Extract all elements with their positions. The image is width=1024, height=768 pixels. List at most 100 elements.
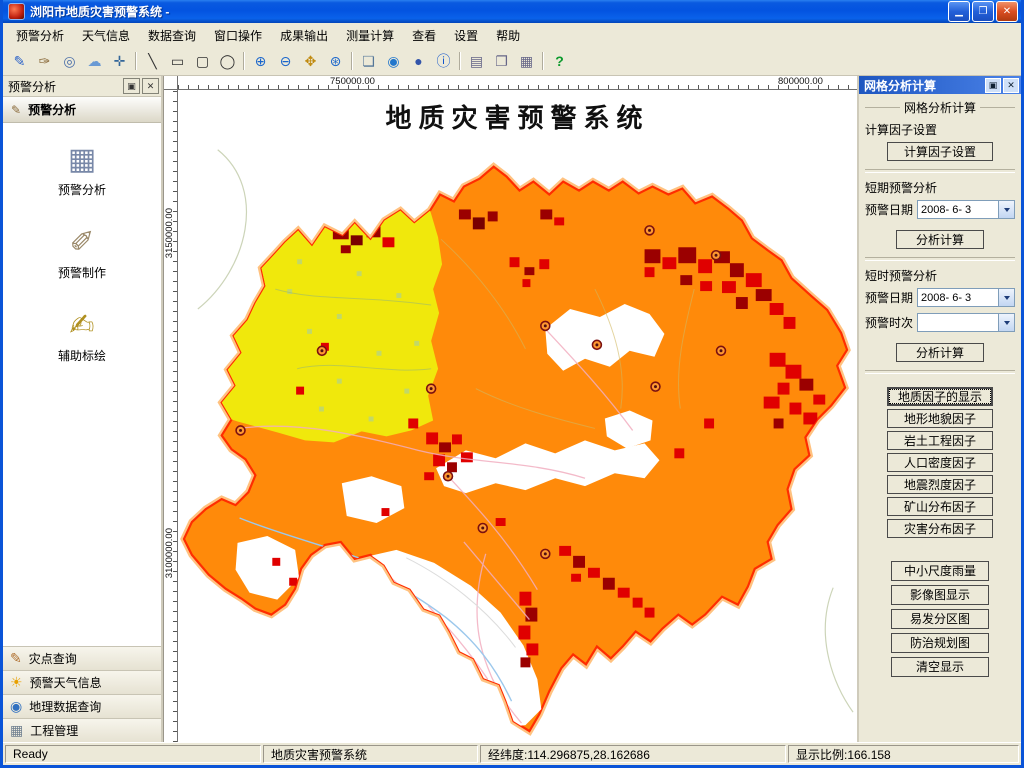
print-icon[interactable]: ▦: [515, 50, 538, 72]
copy-layers-icon[interactable]: ❏: [357, 50, 380, 72]
seismic-intensity-factor-button[interactable]: 地震烈度因子: [887, 475, 993, 494]
sun-icon: ☀: [10, 674, 23, 690]
panel-close-icon[interactable]: ✕: [142, 78, 159, 94]
report-icon[interactable]: ▤: [465, 50, 488, 72]
factor-buttons: 地质因子的显示 地形地貌因子 岩土工程因子 人口密度因子 地震烈度因子 矿山分布…: [865, 384, 1015, 541]
menu-warning-analysis[interactable]: 预警分析: [7, 24, 73, 47]
short-term-date-combobox[interactable]: 2008- 6- 3: [917, 200, 1015, 219]
ruler-label: 750000.00: [330, 76, 375, 87]
warning-analysis-icon: ▦: [67, 143, 97, 176]
chevron-down-icon[interactable]: [998, 201, 1014, 218]
accordion-label: 灾点查询: [28, 652, 77, 666]
accordion-project-management[interactable]: ▦ 工程管理: [3, 718, 161, 742]
panel-close-icon[interactable]: ✕: [1003, 77, 1019, 93]
pen-icon: ✎: [10, 650, 22, 666]
map-svg[interactable]: [178, 90, 857, 742]
nowcast-time-combobox[interactable]: [917, 313, 1015, 332]
menu-view[interactable]: 查看: [403, 24, 445, 47]
geology-factor-display-button[interactable]: 地质因子的显示: [887, 387, 993, 406]
separator: [865, 370, 1015, 374]
globe-icon[interactable]: ◉: [382, 50, 405, 72]
pan-icon[interactable]: ✥: [299, 50, 322, 72]
menu-window-ops[interactable]: 窗口操作: [205, 24, 271, 47]
warning-production-icon: ✐: [69, 226, 95, 259]
disaster-distribution-factor-button[interactable]: 灾害分布因子: [887, 519, 993, 538]
date-label: 预警日期: [865, 203, 914, 217]
terrain-factor-button[interactable]: 地形地貌因子: [887, 409, 993, 428]
ruler-label: 800000.00: [778, 76, 823, 87]
rect-tool-icon[interactable]: ▭: [166, 50, 189, 72]
separator: [865, 257, 1015, 261]
prevention-plan-button[interactable]: 防治规划图: [891, 633, 989, 653]
window-title: 浏阳市地质灾害预警系统 -: [30, 5, 170, 19]
left-tools: ▦ 预警分析 ✐ 预警制作 ✍ 辅助标绘: [3, 123, 161, 646]
print-preview-icon[interactable]: ❐: [490, 50, 513, 72]
plot-tool-icon[interactable]: ✑: [33, 50, 56, 72]
info-icon[interactable]: ⓘ: [432, 50, 455, 72]
accordion-label: 工程管理: [30, 724, 79, 738]
maximize-button[interactable]: ❐: [972, 1, 994, 22]
ruler-left: 3150000.00 3100000.00: [164, 90, 178, 742]
map-title: 地质灾害预警系统: [385, 104, 650, 133]
geotech-factor-button[interactable]: 岩土工程因子: [887, 431, 993, 450]
population-density-factor-button[interactable]: 人口密度因子: [887, 453, 993, 472]
panel-pin-icon[interactable]: ▣: [985, 77, 1001, 93]
calc-factor-settings-button[interactable]: 计算因子设置: [887, 142, 993, 161]
menu-help[interactable]: 帮助: [487, 24, 529, 47]
cloud-icon[interactable]: ☁: [83, 50, 106, 72]
nowcast-analyze-button[interactable]: 分析计算: [896, 343, 984, 362]
tool-warning-production[interactable]: ✐ 预警制作: [58, 226, 106, 281]
left-panel-title: 预警分析: [8, 79, 57, 94]
accordion-geo-data-query[interactable]: ◉ 地理数据查询: [3, 694, 161, 718]
tool-assist-plotting[interactable]: ✍ 辅助标绘: [58, 309, 106, 364]
sphere-icon[interactable]: ●: [407, 50, 430, 72]
close-button[interactable]: ✕: [996, 1, 1018, 22]
roundrect-tool-icon[interactable]: ▢: [191, 50, 214, 72]
app-window: 浏阳市地质灾害预警系统 - ▁ ❐ ✕ 预警分析 天气信息 数据查询 窗口操作 …: [0, 0, 1024, 768]
accordion-disaster-point-query[interactable]: ✎ 灾点查询: [3, 646, 161, 670]
edit-icon[interactable]: ✎: [8, 50, 31, 72]
short-term-label: 短期预警分析: [865, 181, 938, 195]
meso-rainfall-button[interactable]: 中小尺度雨量: [891, 561, 989, 581]
right-panel-grid-analysis: 网格分析计算 ▣ ✕ 网格分析计算 计算因子设置 计算因子设置 短期预警分析 预…: [857, 76, 1021, 742]
chevron-down-icon[interactable]: [998, 314, 1014, 331]
nowcast-date-combobox[interactable]: 2008- 6- 3: [917, 288, 1015, 307]
short-term-analyze-button[interactable]: 分析计算: [896, 230, 984, 249]
chevron-down-icon[interactable]: [998, 289, 1014, 306]
zoom-out-icon[interactable]: ⊖: [274, 50, 297, 72]
globe-small-icon: ◉: [10, 698, 23, 714]
date-label: 预警日期: [865, 291, 914, 305]
crosshair-icon[interactable]: ✛: [108, 50, 131, 72]
menu-weather-info[interactable]: 天气信息: [73, 24, 139, 47]
calc-factor-label: 计算因子设置: [865, 123, 938, 137]
ruler-top: 750000.00 800000.00: [178, 76, 857, 90]
menu-data-query[interactable]: 数据查询: [139, 24, 205, 47]
minimize-button[interactable]: ▁: [948, 1, 970, 22]
imagery-display-button[interactable]: 影像图显示: [891, 585, 989, 605]
grid-analysis-section-title: 网格分析计算: [904, 101, 977, 115]
clear-display-button[interactable]: 清空显示: [891, 657, 989, 677]
map-canvas[interactable]: 地质灾害预警系统: [178, 90, 857, 742]
zoom-in-icon[interactable]: ⊕: [249, 50, 272, 72]
panel-pin-icon[interactable]: ▣: [123, 78, 140, 94]
identify-icon[interactable]: ◎: [58, 50, 81, 72]
ruler-corner: [164, 76, 178, 90]
accordion-warning-weather-info[interactable]: ☀ 预警天气信息: [3, 670, 161, 694]
toolbar: ✎ ✑ ◎ ☁ ✛ ╲ ▭ ▢ ◯ ⊕ ⊖ ✥ ⊛ ❏ ◉ ● ⓘ ▤ ❐ ▦ …: [3, 47, 1021, 76]
zoom-extent-icon[interactable]: ⊛: [324, 50, 347, 72]
menu-result-output[interactable]: 成果输出: [271, 24, 337, 47]
tool-warning-analysis[interactable]: ▦ 预警分析: [58, 143, 106, 198]
susceptibility-zoning-button[interactable]: 易发分区图: [891, 609, 989, 629]
status-ready: Ready: [5, 745, 261, 763]
left-panel-warning-analysis: 预警分析 ▣ ✕ ✎ 预警分析 ▦ 预警分析 ✐ 预警制作 ✍ 辅助标绘 ✎ 灾…: [3, 76, 163, 742]
right-panel-header: 网格分析计算 ▣ ✕: [859, 76, 1021, 94]
line-tool-icon[interactable]: ╲: [141, 50, 164, 72]
status-display-scale: 显示比例:166.158: [788, 745, 1019, 763]
mine-distribution-factor-button[interactable]: 矿山分布因子: [887, 497, 993, 516]
menu-measure-calc[interactable]: 测量计算: [337, 24, 403, 47]
left-section-header[interactable]: ✎ 预警分析: [3, 97, 161, 123]
tool-label: 预警分析: [57, 183, 106, 197]
menu-settings[interactable]: 设置: [445, 24, 487, 47]
ellipse-tool-icon[interactable]: ◯: [216, 50, 239, 72]
help-icon[interactable]: ?: [548, 50, 571, 72]
